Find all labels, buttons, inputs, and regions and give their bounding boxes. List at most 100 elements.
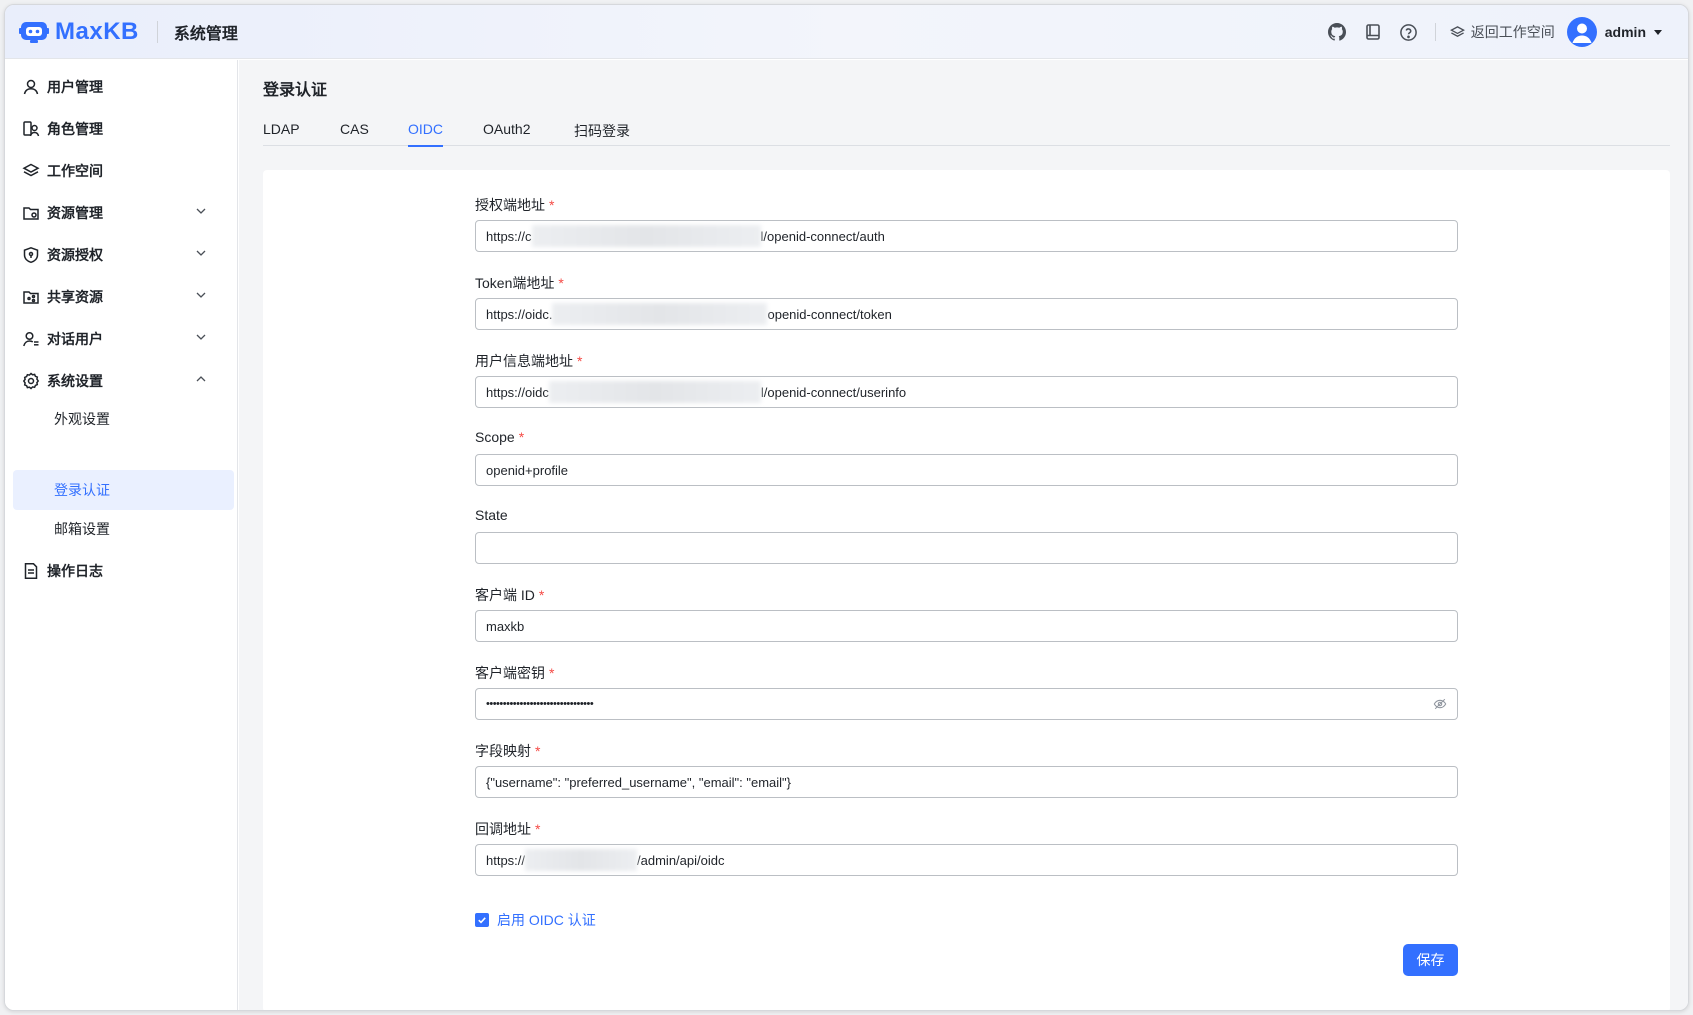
auth-endpoint-input[interactable]: https://c l/openid-connect/auth: [475, 220, 1458, 252]
sidebar-subitem-appearance[interactable]: 外观设置: [13, 400, 234, 438]
sidebar-item-shared-resources[interactable]: 共享资源: [13, 278, 230, 316]
userinfo-endpoint-input[interactable]: https://oidc l/openid-connect/userinfo: [475, 376, 1458, 408]
redirect-url-label-text: 回调地址: [475, 821, 531, 837]
redirect-url-label: 回调地址 *: [475, 819, 540, 839]
shield-icon: [21, 245, 41, 265]
book-icon[interactable]: [1363, 22, 1383, 42]
sidebar: 用户管理 角色管理 工作空间 资源管理 资源授权 共享资源 对话用户 系统设置 …: [5, 60, 238, 1010]
app-window: MaxKB 系统管理 返回工作空间 admin 用户管理 角色管理 工作空间 资…: [4, 4, 1689, 1011]
state-label-text: State: [475, 507, 508, 523]
client-id-value: maxkb: [486, 618, 525, 634]
eye-hidden-icon[interactable]: [1433, 697, 1447, 711]
avatar[interactable]: [1566, 17, 1597, 47]
robot-logo-icon: [19, 21, 49, 43]
user-menu-caret-icon[interactable]: [1654, 29, 1662, 35]
sidebar-item-label: 资源管理: [47, 205, 103, 221]
sidebar-item-label: 用户管理: [47, 79, 103, 95]
header-divider-right: [1434, 23, 1436, 41]
sidebar-item-resource-management[interactable]: 资源管理: [13, 194, 230, 232]
field-mapping-value: {"username": "preferred_username", "emai…: [486, 774, 791, 790]
header-actions: 返回工作空间 admin: [1327, 5, 1688, 59]
role-icon: [21, 119, 41, 139]
sidebar-item-resource-authorization[interactable]: 资源授权: [13, 236, 230, 274]
required-mark: *: [558, 275, 564, 291]
sidebar-item-label: 共享资源: [47, 289, 103, 305]
tab-ldap[interactable]: LDAP: [263, 112, 300, 146]
redirect-url-value-suffix: /admin/api/oidc: [637, 852, 725, 868]
enable-oidc-checkbox[interactable]: 启用 OIDC 认证: [475, 910, 596, 930]
scope-label: Scope *: [475, 429, 524, 445]
sidebar-subitem-label: 外观设置: [54, 411, 110, 427]
sidebar-item-label: 系统设置: [47, 373, 103, 389]
auth-endpoint-label: 授权端地址 *: [475, 195, 554, 215]
required-mark: *: [518, 429, 525, 445]
tab-oidc[interactable]: OIDC: [408, 112, 443, 147]
required-mark: *: [535, 743, 541, 759]
section-title: 系统管理: [173, 25, 238, 43]
share-folder-icon: [21, 287, 41, 307]
required-mark: *: [577, 353, 583, 369]
userinfo-endpoint-label-text: 用户信息端地址: [475, 353, 573, 369]
sidebar-item-chat-users[interactable]: 对话用户: [13, 320, 230, 358]
folder-gear-icon: [21, 203, 41, 223]
client-id-input[interactable]: maxkb: [475, 610, 1458, 642]
auth-endpoint-label-text: 授权端地址: [475, 197, 545, 213]
oidc-form-card: 授权端地址 * https://c l/openid-connect/auth T…: [263, 170, 1670, 1010]
logo-text: MaxKB: [55, 17, 139, 45]
chevron-down-icon: [196, 250, 206, 256]
back-to-workspace-link[interactable]: 返回工作空间: [1449, 22, 1555, 42]
sidebar-item-workspace[interactable]: 工作空间: [13, 152, 230, 190]
tab-cas[interactable]: CAS: [340, 112, 369, 146]
tab-oauth2[interactable]: OAuth2: [483, 112, 530, 146]
userinfo-endpoint-value-suffix: l/openid-connect/userinfo: [760, 384, 907, 400]
enable-oidc-label: 启用 OIDC 认证: [497, 912, 596, 928]
field-mapping-label: 字段映射 *: [475, 741, 540, 761]
layers-icon: [21, 161, 41, 181]
redirect-url-input[interactable]: https:// /admin/api/oidc: [475, 844, 1458, 876]
user-avatar-icon: [1572, 23, 1592, 43]
checkbox-checked-icon[interactable]: [475, 913, 489, 927]
layers-icon: [1449, 25, 1465, 37]
redacted-area: [525, 849, 638, 871]
chevron-down-icon: [196, 292, 206, 298]
scope-label-text: Scope: [475, 429, 515, 445]
sidebar-item-role-management[interactable]: 角色管理: [13, 110, 230, 148]
userinfo-endpoint-value-prefix: https://oidc: [486, 384, 549, 400]
save-button[interactable]: 保存: [1403, 944, 1458, 976]
client-secret-label: 客户端密钥 *: [475, 663, 554, 683]
client-id-label-text: 客户端 ID: [475, 587, 535, 603]
client-secret-input[interactable]: ••••••••••••••••••••••••••••••••: [475, 688, 1458, 720]
scope-value: openid+profile: [486, 462, 569, 478]
page-title: 登录认证: [263, 82, 328, 99]
redirect-url-value-prefix: https://: [486, 852, 526, 868]
sidebar-subitem-login-auth[interactable]: 登录认证: [13, 470, 234, 510]
token-endpoint-input[interactable]: https://oidc. openid-connect/token: [475, 298, 1458, 330]
required-mark: *: [549, 665, 555, 681]
top-header: MaxKB 系统管理 返回工作空间 admin: [5, 5, 1688, 59]
field-mapping-input[interactable]: {"username": "preferred_username", "emai…: [475, 766, 1458, 798]
auth-tabs: LDAP CAS OIDC OAuth2 扫码登录: [263, 112, 1670, 147]
client-id-label: 客户端 ID *: [475, 585, 544, 605]
chevron-down-icon: [196, 208, 206, 214]
chevron-up-icon: [196, 376, 206, 382]
sidebar-item-label: 操作日志: [47, 563, 103, 579]
sidebar-item-label: 资源授权: [47, 247, 103, 263]
sidebar-item-system-settings[interactable]: 系统设置: [13, 362, 230, 400]
sidebar-subitem-label: 邮箱设置: [54, 521, 110, 537]
logo[interactable]: MaxKB: [19, 18, 139, 46]
sidebar-subitem-email[interactable]: 邮箱设置: [13, 510, 234, 548]
chat-user-icon: [21, 329, 41, 349]
tab-qr-login[interactable]: 扫码登录: [574, 112, 630, 146]
state-label: State: [475, 507, 508, 523]
sidebar-item-operation-log[interactable]: 操作日志: [13, 552, 230, 590]
sidebar-item-user-management[interactable]: 用户管理: [13, 68, 230, 106]
user-name[interactable]: admin: [1605, 24, 1646, 40]
scope-input[interactable]: openid+profile: [475, 454, 1458, 486]
required-mark: *: [535, 821, 541, 837]
field-mapping-label-text: 字段映射: [475, 743, 531, 759]
state-input[interactable]: [475, 532, 1458, 564]
token-endpoint-label-text: Token端地址: [475, 275, 555, 291]
back-to-workspace-label: 返回工作空间: [1470, 24, 1555, 40]
github-icon[interactable]: [1327, 22, 1347, 42]
help-icon[interactable]: [1399, 22, 1419, 42]
